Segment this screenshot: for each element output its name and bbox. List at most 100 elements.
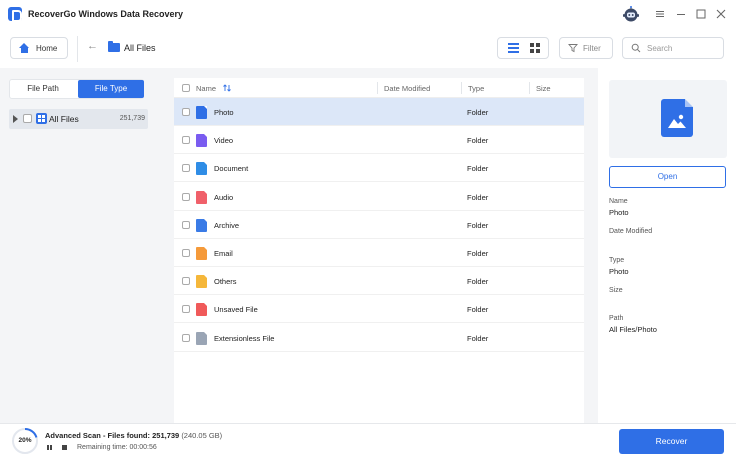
row-checkbox[interactable] xyxy=(182,192,190,201)
home-label: Home xyxy=(36,43,58,53)
archive-icon xyxy=(196,218,207,232)
unsaved-file-icon xyxy=(196,303,207,317)
row-type: Folder xyxy=(467,220,489,230)
filter-button[interactable]: Filter xyxy=(559,37,613,59)
grid-view-icon[interactable] xyxy=(530,43,540,53)
property-value: Photo xyxy=(609,267,629,276)
stop-icon[interactable] xyxy=(62,445,67,450)
filter-label: Filter xyxy=(583,43,601,53)
toolbar: Home ← All Files Filter xyxy=(0,30,736,68)
tree-item-label: All Files xyxy=(49,114,79,124)
search-input[interactable] xyxy=(647,43,717,53)
view-toggle xyxy=(497,37,549,59)
row-name: Extensionless File xyxy=(214,333,275,343)
home-button[interactable]: Home xyxy=(10,37,68,59)
audio-icon xyxy=(196,190,207,204)
search-icon xyxy=(631,43,641,53)
tree-checkbox[interactable] xyxy=(23,114,32,123)
back-arrow-icon[interactable]: ← xyxy=(87,40,98,52)
column-divider[interactable] xyxy=(377,82,378,94)
assistant-robot-icon[interactable] xyxy=(622,6,640,22)
column-header-name[interactable]: Name xyxy=(196,84,216,93)
row-checkbox[interactable] xyxy=(182,220,190,229)
grid-icon xyxy=(36,113,47,124)
breadcrumb: All Files xyxy=(124,43,156,53)
row-name: Archive xyxy=(214,220,240,230)
row-checkbox[interactable] xyxy=(182,305,190,314)
table-row[interactable]: Extensionless File Folder xyxy=(174,324,584,352)
sidebar: File Path File Type All Files 251,739 xyxy=(0,68,160,423)
row-type: Folder xyxy=(467,249,489,258)
table-row[interactable]: Unsaved File Folder xyxy=(174,295,584,324)
table-row[interactable]: Archive Folder xyxy=(174,211,584,239)
menu-icon[interactable] xyxy=(653,7,667,21)
close-icon[interactable] xyxy=(714,7,728,21)
row-type: Folder xyxy=(467,164,489,174)
row-type: Folder xyxy=(467,136,489,146)
property-label: Path xyxy=(609,315,624,322)
details-panel: Open Name Photo Date Modified Type Photo Size… xyxy=(598,68,736,423)
row-checkbox[interactable] xyxy=(182,277,190,286)
property-label: Size xyxy=(609,287,623,294)
scan-status-label: Advanced Scan - Files found: 251,739 xyxy=(45,431,180,440)
row-name: Audio xyxy=(214,192,234,202)
pause-icon[interactable] xyxy=(47,445,52,450)
tree-item-count: 251,739 xyxy=(119,115,145,122)
row-checkbox[interactable] xyxy=(182,333,190,342)
scan-size: (240.05 GB) xyxy=(181,431,223,440)
column-divider[interactable] xyxy=(529,82,530,94)
filter-icon xyxy=(568,44,578,53)
column-divider[interactable] xyxy=(461,82,462,94)
row-name: Email xyxy=(214,249,233,258)
row-name: Unsaved File xyxy=(214,305,258,315)
row-checkbox[interactable] xyxy=(182,108,190,116)
list-header: Name Date Modified Type Size xyxy=(174,78,584,98)
property-value: Photo xyxy=(609,208,629,217)
column-header-type[interactable]: Type xyxy=(468,84,484,93)
document-icon xyxy=(196,162,207,176)
sort-icon[interactable] xyxy=(222,83,232,93)
maximize-icon[interactable] xyxy=(694,7,708,21)
table-row[interactable]: Email Folder xyxy=(174,239,584,267)
app-title: RecoverGo Windows Data Recovery xyxy=(28,9,183,19)
table-row[interactable]: Photo Folder xyxy=(174,98,584,126)
folder-icon xyxy=(196,275,207,289)
photo-icon xyxy=(196,106,207,119)
row-name: Others xyxy=(214,277,237,287)
recover-button[interactable]: Recover xyxy=(619,429,724,454)
row-type: Folder xyxy=(467,277,489,287)
status-bar: 20% Advanced Scan - Files found: 251,739… xyxy=(0,423,736,458)
preview-area xyxy=(609,80,727,158)
row-checkbox[interactable] xyxy=(182,136,190,145)
main-content: Name Date Modified Type Size Photo Folder… xyxy=(160,68,598,423)
tab-file-path[interactable]: File Path xyxy=(10,80,76,98)
column-header-size[interactable]: Size xyxy=(536,84,551,93)
row-checkbox[interactable] xyxy=(182,164,190,173)
open-button[interactable]: Open xyxy=(609,166,726,188)
table-row[interactable]: Video Folder xyxy=(174,126,584,155)
column-header-date-modified[interactable]: Date Modified xyxy=(384,84,430,93)
progress-percent: 20% xyxy=(18,437,32,444)
property-value: All Files/Photo xyxy=(609,325,657,334)
app-logo-icon xyxy=(8,7,22,22)
video-icon xyxy=(196,134,207,148)
search-box xyxy=(622,37,724,59)
row-name: Video xyxy=(214,136,234,146)
row-checkbox[interactable] xyxy=(182,249,190,257)
tree-item-all-files[interactable]: All Files 251,739 xyxy=(9,109,148,129)
table-row[interactable]: Audio Folder xyxy=(174,183,584,211)
select-all-checkbox[interactable] xyxy=(182,84,190,92)
photo-icon xyxy=(661,99,693,137)
table-row[interactable]: Document Folder xyxy=(174,154,584,183)
row-type: Folder xyxy=(467,192,489,202)
table-row[interactable]: Others Folder xyxy=(174,267,584,296)
minimize-icon[interactable] xyxy=(674,7,688,21)
title-bar: RecoverGo Windows Data Recovery xyxy=(0,0,736,30)
folder-icon xyxy=(108,41,120,52)
row-type: Folder xyxy=(467,305,489,315)
tab-file-type[interactable]: File Type xyxy=(78,80,144,98)
home-icon xyxy=(19,43,30,53)
email-icon xyxy=(196,247,207,260)
list-view-icon[interactable] xyxy=(508,43,519,53)
expand-caret-icon[interactable] xyxy=(13,115,18,123)
